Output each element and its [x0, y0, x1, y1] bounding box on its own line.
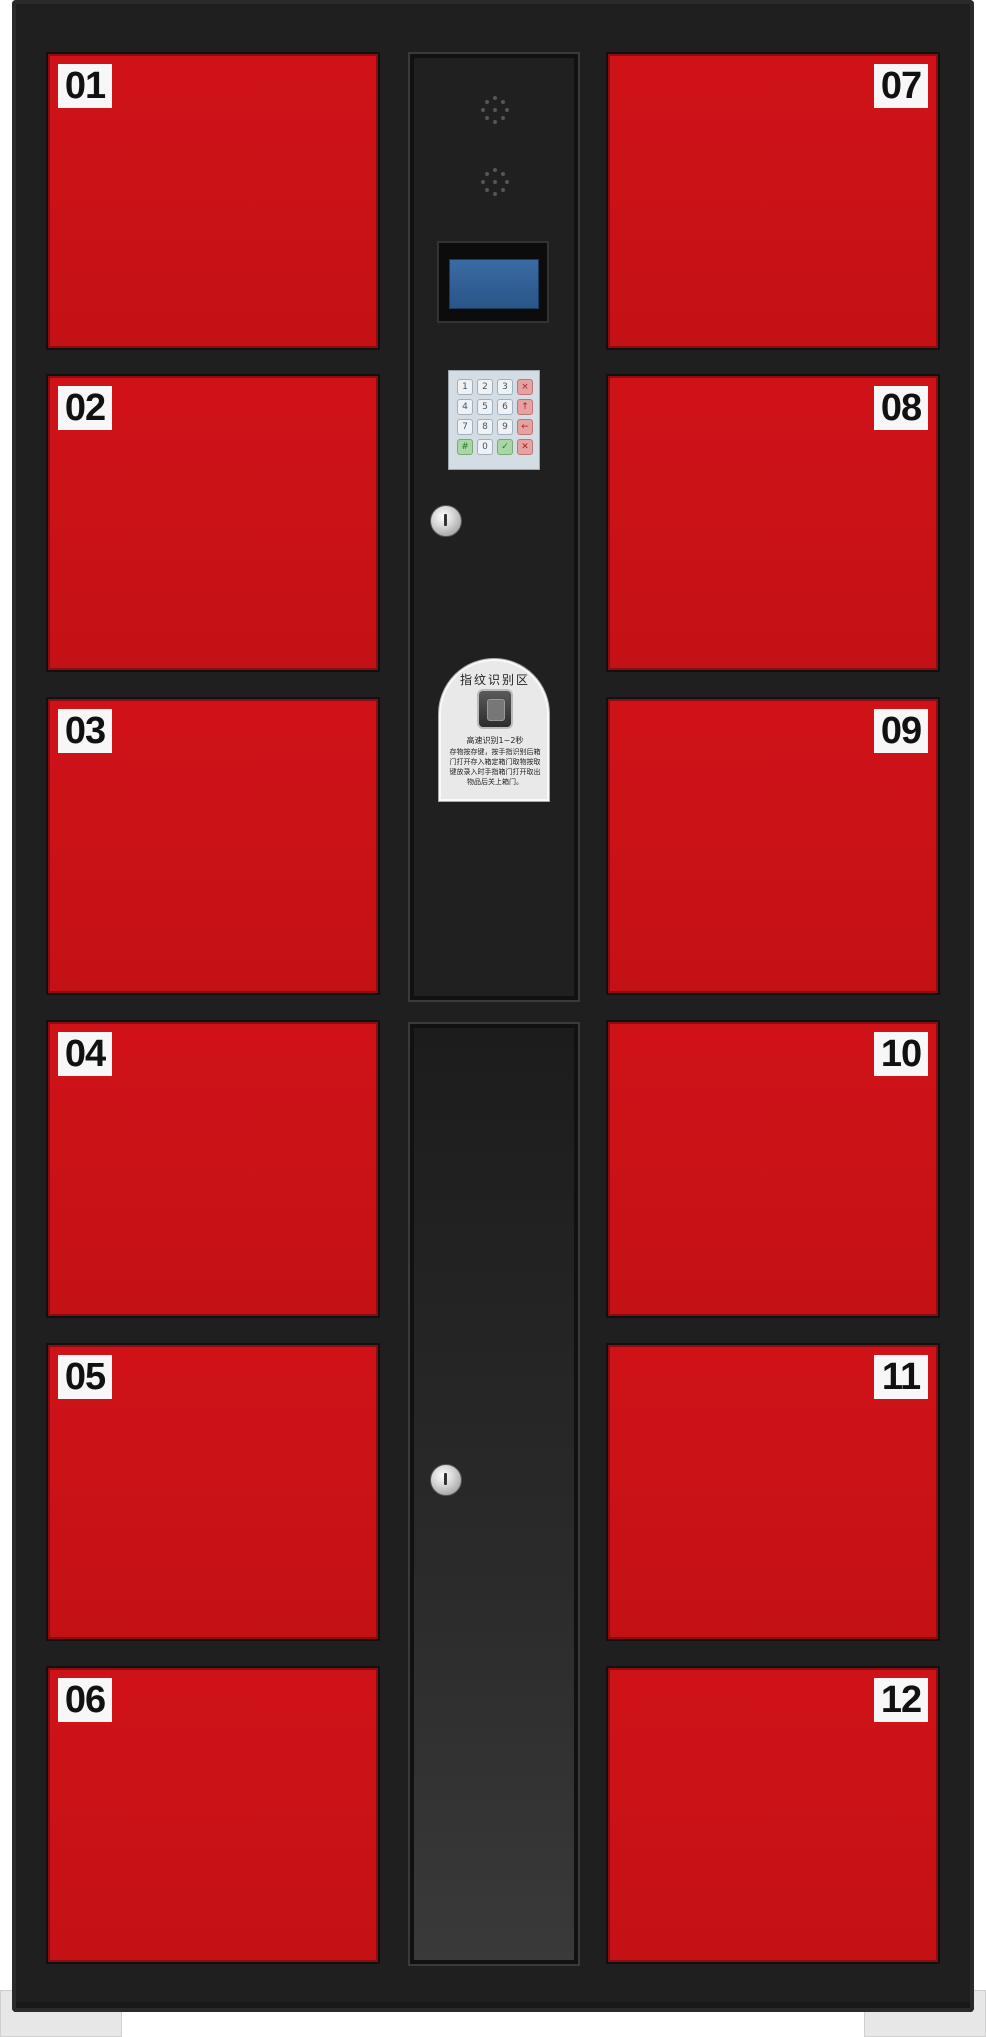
locker-number: 07 [874, 64, 928, 108]
keypad-key-6[interactable]: 6 [497, 399, 513, 415]
locker-number: 06 [58, 1678, 112, 1722]
locker-door-01[interactable]: 01 [46, 52, 380, 350]
locker-number: 02 [58, 386, 112, 430]
locker-number: 08 [874, 386, 928, 430]
service-door[interactable] [408, 1022, 580, 1966]
keypad-key-clear[interactable]: ✕ [517, 439, 533, 455]
locker-door-10[interactable]: 10 [606, 1020, 940, 1318]
fingerprint-instructions: 存物按存键，按手指识别后箱门打开存入箱定箱门取物按取键放录入时手指箱门打开取出物… [449, 748, 541, 786]
key-lock-icon[interactable] [430, 505, 462, 537]
fingerprint-title: 指纹识别区 [459, 673, 530, 687]
speaker-grille-icon [475, 166, 515, 206]
keypad-key-8[interactable]: 8 [477, 419, 493, 435]
locker-number: 04 [58, 1032, 112, 1076]
keypad-key-9[interactable]: 9 [497, 419, 513, 435]
fingerprint-speed-text: 高速识别1~2秒 [466, 736, 524, 745]
locker-door-09[interactable]: 09 [606, 697, 940, 995]
keypad-key-4[interactable]: 4 [457, 399, 473, 415]
keypad-key-5[interactable]: 5 [477, 399, 493, 415]
locker-door-03[interactable]: 03 [46, 697, 380, 995]
keypad-key-back[interactable]: ← [517, 419, 533, 435]
fingerprint-sensor-icon[interactable] [477, 689, 513, 729]
keypad-key-7[interactable]: 7 [457, 419, 473, 435]
numeric-keypad: 1 2 3 × 4 5 6 ↑ 7 8 9 ← # 0 ✓ ✕ [448, 370, 540, 470]
keypad-key-1[interactable]: 1 [457, 379, 473, 395]
locker-door-07[interactable]: 07 [606, 52, 940, 350]
locker-number: 11 [874, 1355, 928, 1399]
locker-door-06[interactable]: 06 [46, 1666, 380, 1964]
locker-door-04[interactable]: 04 [46, 1020, 380, 1318]
fingerprint-plate: 指纹识别区 高速识别1~2秒 存物按存键，按手指识别后箱门打开存入箱定箱门取物按… [438, 658, 550, 802]
locker-door-12[interactable]: 12 [606, 1666, 940, 1964]
locker-door-08[interactable]: 08 [606, 374, 940, 672]
key-lock-icon[interactable] [430, 1464, 462, 1496]
keypad-key-3[interactable]: 3 [497, 379, 513, 395]
lcd-screen [449, 259, 539, 309]
locker-door-11[interactable]: 11 [606, 1343, 940, 1641]
lcd-display [437, 241, 549, 323]
locker-number: 05 [58, 1355, 112, 1399]
locker-number: 01 [58, 64, 112, 108]
locker-number: 03 [58, 709, 112, 753]
locker-door-02[interactable]: 02 [46, 374, 380, 672]
locker-door-05[interactable]: 05 [46, 1343, 380, 1641]
keypad-key-cancel[interactable]: × [517, 379, 533, 395]
keypad-key-0[interactable]: 0 [477, 439, 493, 455]
keypad-key-confirm[interactable]: ✓ [497, 439, 513, 455]
locker-number: 10 [874, 1032, 928, 1076]
keypad-key-hash[interactable]: # [457, 439, 473, 455]
locker-number: 09 [874, 709, 928, 753]
keypad-key-2[interactable]: 2 [477, 379, 493, 395]
keypad-key-up[interactable]: ↑ [517, 399, 533, 415]
speaker-grille-icon [475, 94, 515, 134]
locker-number: 12 [874, 1678, 928, 1722]
